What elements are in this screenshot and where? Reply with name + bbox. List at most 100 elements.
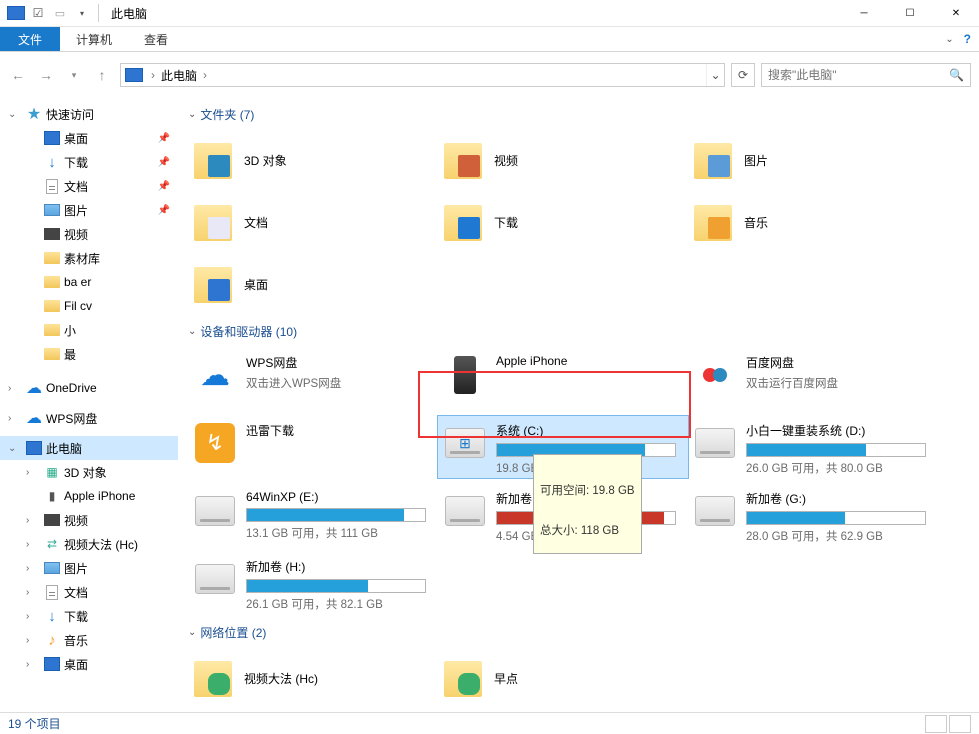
group-header-network[interactable]: ⌄网络位置 (2): [188, 624, 971, 641]
maximize-button[interactable]: ☐: [887, 0, 933, 27]
device-item[interactable]: 新加卷 (H:)26.1 GB 可用，共 82.1 GB: [188, 552, 438, 614]
this-pc-icon: [26, 440, 42, 456]
device-item[interactable]: ☁WPS网盘双击进入WPS网盘: [188, 348, 438, 410]
folder-icon: [442, 657, 484, 699]
tree-item-pictures[interactable]: ›图片📌: [0, 198, 178, 222]
search-icon[interactable]: 🔍: [949, 68, 964, 82]
folder-item[interactable]: 桌面: [188, 255, 438, 313]
folder-item[interactable]: 下载: [438, 193, 688, 251]
tree-item-folder[interactable]: ›最: [0, 342, 178, 366]
folder-label: 图片: [744, 152, 768, 169]
address-bar[interactable]: › 此电脑 › ⌄: [120, 63, 725, 87]
tree-item-folder[interactable]: ›小: [0, 318, 178, 342]
tree-item[interactable]: ›文档: [0, 580, 178, 604]
tree-item[interactable]: ›⇄视频大法 (Hc): [0, 532, 178, 556]
folder-item[interactable]: 图片: [688, 131, 938, 189]
up-button[interactable]: ↑: [90, 63, 114, 87]
tree-wps[interactable]: ›☁WPS网盘: [0, 406, 178, 430]
content-pane: ⌄文件夹 (7) 3D 对象视频图片文档下载音乐桌面 ⌄设备和驱动器 (10) …: [178, 96, 979, 712]
forward-button[interactable]: →: [34, 63, 58, 87]
close-button[interactable]: ✕: [933, 0, 979, 27]
device-item[interactable]: 64WinXP (E:)13.1 GB 可用，共 111 GB: [188, 484, 438, 546]
tree-item[interactable]: ›桌面: [0, 652, 178, 676]
tree-item-folder[interactable]: ›素材库: [0, 246, 178, 270]
refresh-button[interactable]: ⟳: [731, 63, 755, 87]
device-title: 系统 (C:): [496, 422, 682, 439]
qat-dropdown-icon[interactable]: ▾: [72, 3, 92, 23]
device-item[interactable]: Apple iPhone: [438, 348, 688, 410]
video-icon: [44, 226, 60, 242]
device-subtitle: 28.0 GB 可用，共 62.9 GB: [746, 528, 932, 544]
recent-dropdown-icon[interactable]: ▾: [62, 63, 86, 87]
folder-icon: [44, 274, 60, 290]
search-input[interactable]: [768, 68, 949, 82]
tree-quick-access[interactable]: ⌄★快速访问: [0, 102, 178, 126]
this-pc-qat-icon[interactable]: [6, 3, 26, 23]
folder-icon: [44, 250, 60, 266]
network-label: 视频大法 (Hc): [244, 670, 318, 687]
folder-icon: [192, 263, 234, 305]
group-header-devices[interactable]: ⌄设备和驱动器 (10): [188, 323, 971, 340]
network-item[interactable]: 视频大法 (Hc): [188, 649, 438, 707]
folder-icon: [442, 201, 484, 243]
file-tab[interactable]: 文件: [0, 27, 60, 51]
tree-item[interactable]: ›视频: [0, 508, 178, 532]
chevron-down-icon: ⌄: [188, 326, 196, 337]
tree-item[interactable]: ›↓下载: [0, 604, 178, 628]
monitor-icon: [44, 130, 60, 146]
tree-item-videos[interactable]: ›视频: [0, 222, 178, 246]
folder-item[interactable]: 文档: [188, 193, 438, 251]
view-icons-button[interactable]: [949, 715, 971, 733]
folder-item[interactable]: 音乐: [688, 193, 938, 251]
image-icon: [44, 560, 60, 576]
network-label: 早点: [494, 670, 518, 687]
chevron-right-icon[interactable]: ›: [149, 68, 157, 82]
view-details-button[interactable]: [925, 715, 947, 733]
tree-item-desktop[interactable]: ›桌面📌: [0, 126, 178, 150]
drive-icon: [694, 354, 736, 396]
network-icon: ⇄: [44, 536, 60, 552]
address-dropdown-icon[interactable]: ⌄: [706, 64, 724, 86]
tree-onedrive[interactable]: ›☁OneDrive: [0, 376, 178, 400]
properties-qat-icon[interactable]: ☑: [28, 3, 48, 23]
breadcrumb[interactable]: 此电脑: [157, 67, 201, 84]
device-item[interactable]: ↯迅雷下载: [188, 416, 438, 478]
document-icon: [44, 178, 60, 194]
search-box[interactable]: 🔍: [761, 63, 971, 87]
quick-access-toolbar: ☑ ▭ ▾: [0, 3, 103, 23]
device-item[interactable]: 小白一键重装系统 (D:)26.0 GB 可用，共 80.0 GB: [688, 416, 938, 478]
download-icon: ↓: [44, 154, 60, 170]
back-button[interactable]: ←: [6, 63, 30, 87]
help-icon[interactable]: ?: [964, 32, 971, 46]
device-item[interactable]: 新加卷 (G:)28.0 GB 可用，共 62.9 GB: [688, 484, 938, 546]
chevron-right-icon[interactable]: ›: [201, 68, 209, 82]
folder-label: 视频: [494, 152, 518, 169]
tree-this-pc[interactable]: ⌄此电脑: [0, 436, 178, 460]
network-item[interactable]: 早点: [438, 649, 688, 707]
titlebar: ☑ ▭ ▾ 此电脑 ─ ☐ ✕: [0, 0, 979, 27]
tree-item[interactable]: ›▦3D 对象: [0, 460, 178, 484]
folder-icon: [192, 201, 234, 243]
tree-item[interactable]: ›图片: [0, 556, 178, 580]
capacity-bar: [746, 443, 926, 457]
group-header-folders[interactable]: ⌄文件夹 (7): [188, 106, 971, 123]
capacity-bar: [246, 579, 426, 593]
tree-item-folder[interactable]: ›Fil cv: [0, 294, 178, 318]
folder-label: 桌面: [244, 276, 268, 293]
tree-item-documents[interactable]: ›文档📌: [0, 174, 178, 198]
tab-computer[interactable]: 计算机: [60, 27, 128, 51]
tree-item-downloads[interactable]: ›↓下载📌: [0, 150, 178, 174]
folder-item[interactable]: 视频: [438, 131, 688, 189]
tab-view[interactable]: 查看: [128, 27, 184, 51]
image-icon: [44, 202, 60, 218]
device-item[interactable]: 百度网盘双击运行百度网盘: [688, 348, 938, 410]
expand-ribbon-icon[interactable]: ⌄: [945, 34, 953, 45]
video-icon: [44, 512, 60, 528]
new-folder-qat-icon[interactable]: ▭: [50, 3, 70, 23]
tree-item[interactable]: ›♪音乐: [0, 628, 178, 652]
minimize-button[interactable]: ─: [841, 0, 887, 27]
tree-item[interactable]: ›▮Apple iPhone: [0, 484, 178, 508]
pin-icon: 📌: [158, 157, 170, 168]
folder-item[interactable]: 3D 对象: [188, 131, 438, 189]
tree-item-folder[interactable]: ›ba er: [0, 270, 178, 294]
